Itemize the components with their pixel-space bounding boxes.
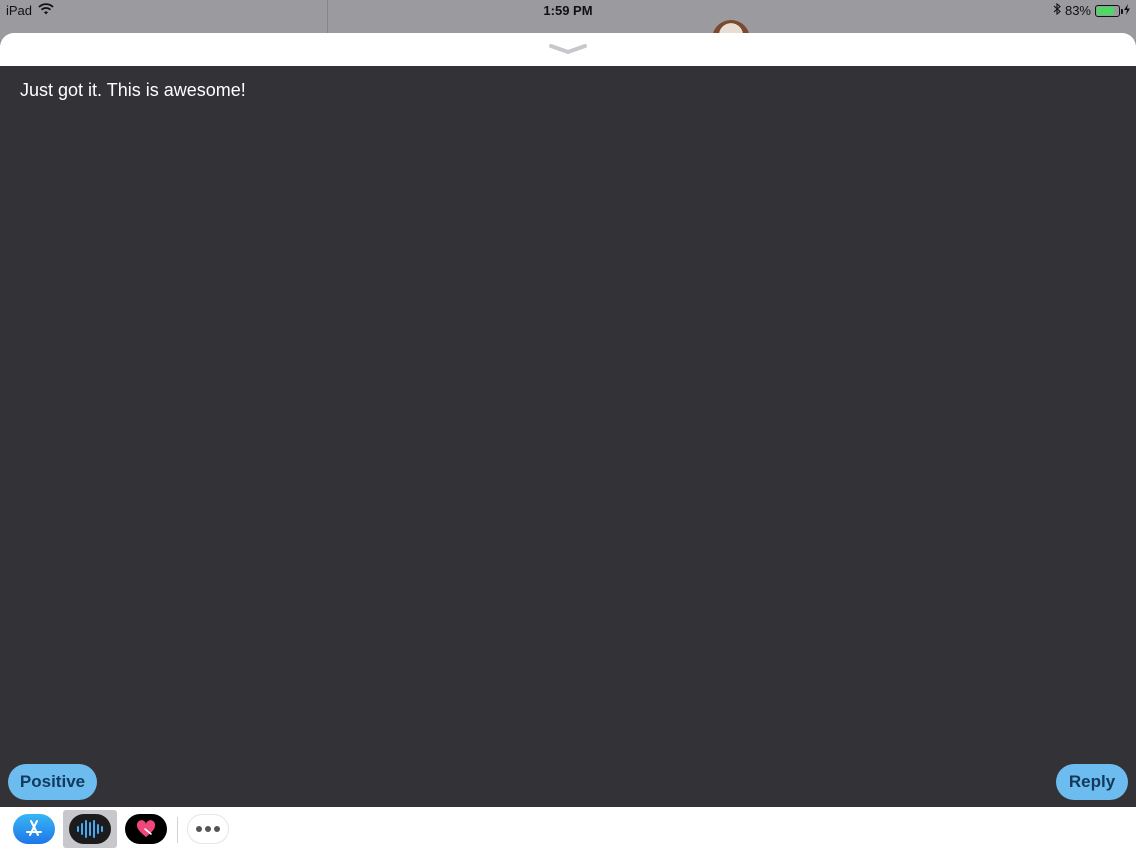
extension-sheet: Just got it. This is awesome! Positive R… <box>0 33 1136 852</box>
status-bar: iPad 1:59 PM 83% <box>0 0 1136 22</box>
collapse-grabber[interactable] <box>548 41 588 57</box>
message-text: Just got it. This is awesome! <box>20 80 246 100</box>
message-panel: Just got it. This is awesome! Positive R… <box>0 66 1136 807</box>
reply-button[interactable]: Reply <box>1056 764 1128 800</box>
waveform-icon <box>69 814 111 844</box>
status-right: 83% <box>1053 2 1130 18</box>
app-store-icon <box>13 814 55 844</box>
more-apps-button[interactable] <box>181 810 235 848</box>
waveform-app-button[interactable] <box>63 810 117 848</box>
positive-button[interactable]: Positive <box>8 764 97 800</box>
battery-icon <box>1095 4 1123 17</box>
bluetooth-icon <box>1053 2 1061 18</box>
clock: 1:59 PM <box>543 3 593 18</box>
more-icon <box>187 814 229 844</box>
battery-percent: 83% <box>1064 3 1091 18</box>
heart-icon <box>125 814 167 844</box>
app-drawer <box>0 807 1136 852</box>
app-store-button[interactable] <box>7 810 61 848</box>
drawer-divider <box>177 817 178 843</box>
digital-touch-button[interactable] <box>119 810 173 848</box>
chevron-down-icon <box>549 44 587 54</box>
battery-level <box>1097 6 1115 15</box>
charging-icon <box>1124 3 1130 18</box>
